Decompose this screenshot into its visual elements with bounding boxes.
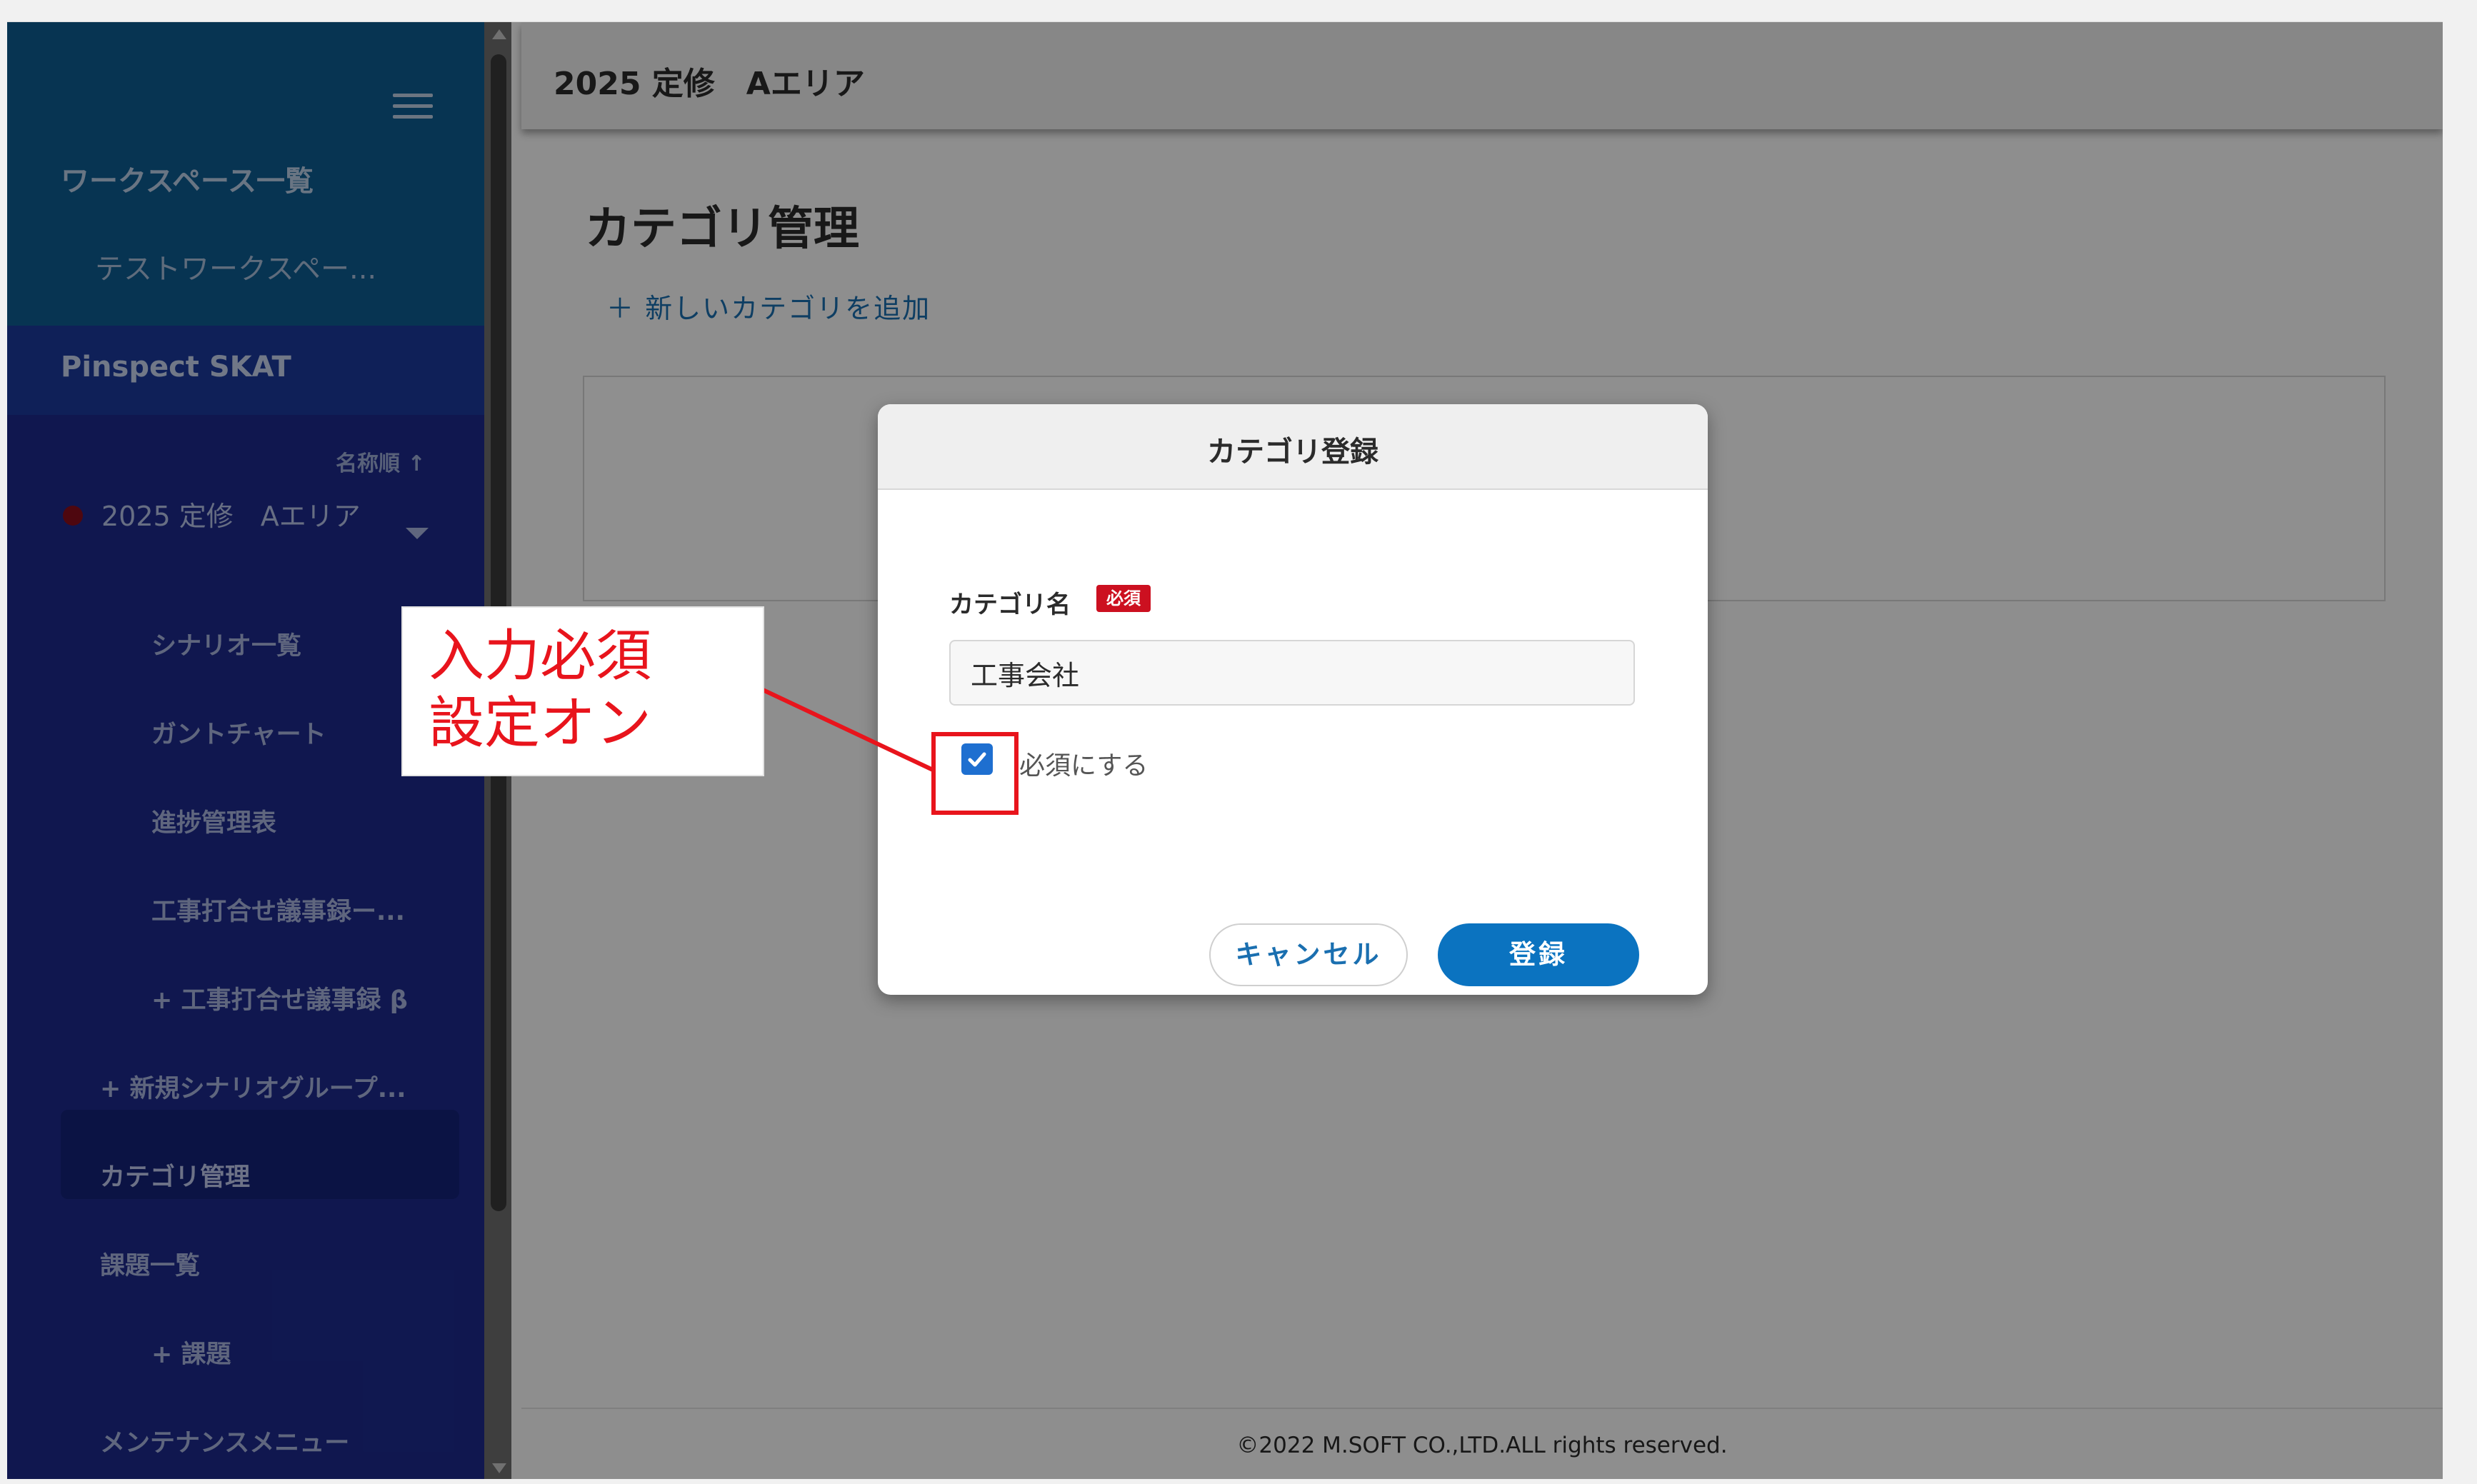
annotation-highlight-box: [931, 732, 1019, 815]
annotation-text-line2: 設定オン: [429, 691, 652, 756]
annotation-connector-line: [760, 687, 934, 772]
annotation-text-line1: 入力必須: [429, 624, 652, 688]
app-window: ワークスペース一覧 テストワークスペー... Pinspect SKAT 名称順…: [7, 21, 2443, 1479]
annotation-callout: 入力必須 設定オン: [401, 606, 764, 776]
